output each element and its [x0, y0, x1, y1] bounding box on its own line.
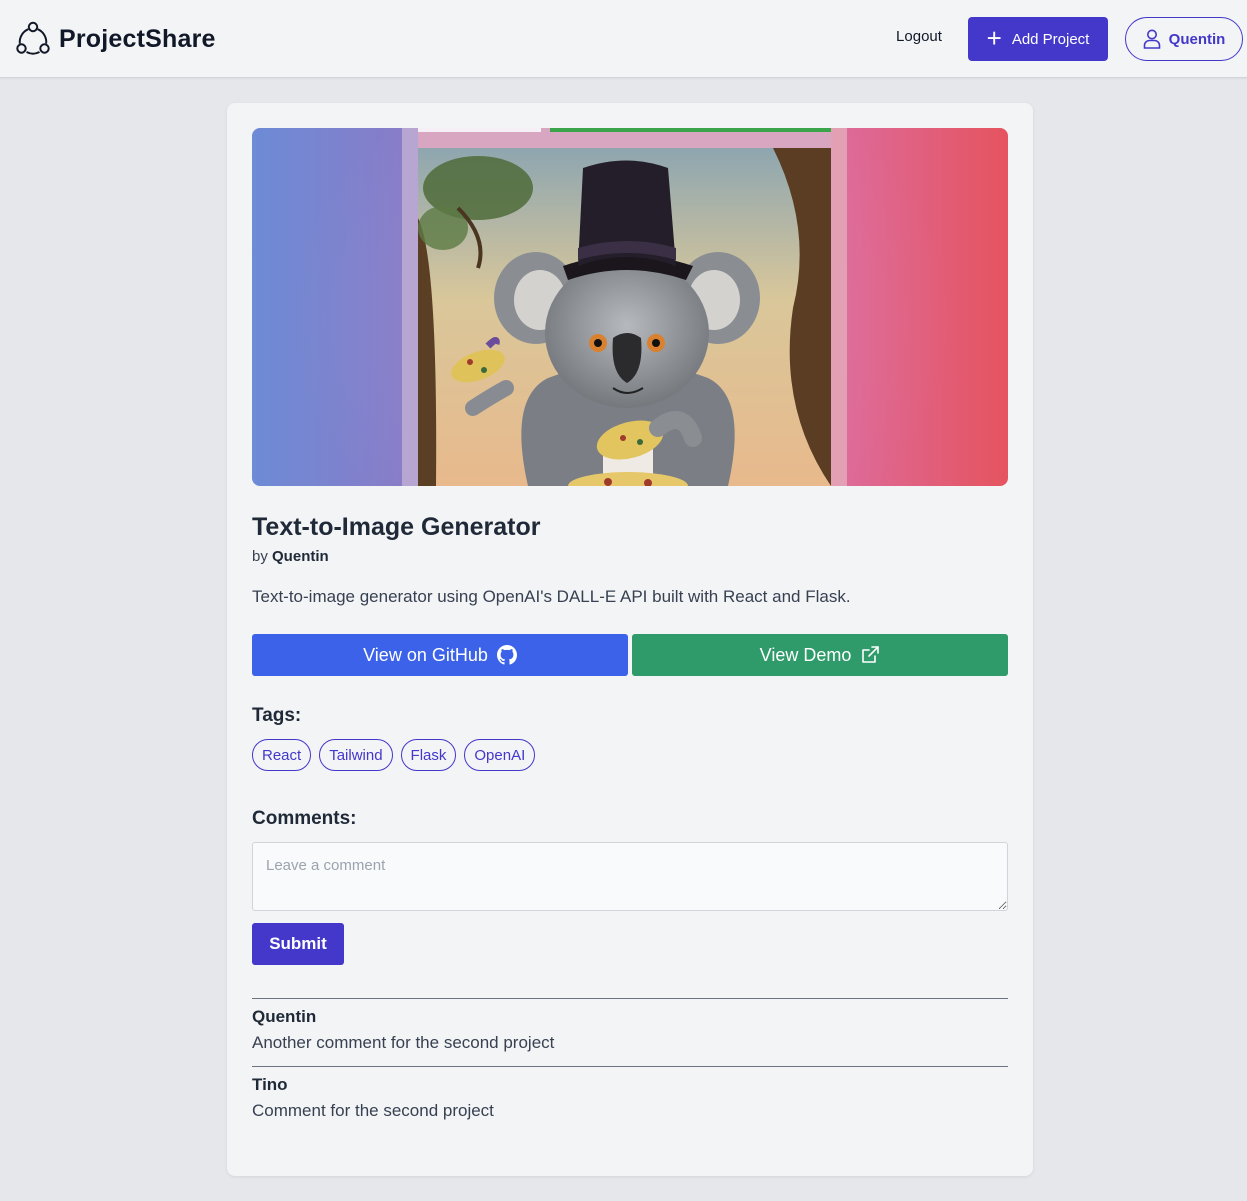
byline-prefix: by — [252, 548, 268, 565]
comment-text: Another comment for the second project — [252, 1033, 555, 1052]
tag-openai[interactable]: OpenAI — [464, 739, 536, 771]
tag-react[interactable]: React — [252, 739, 312, 771]
comments-heading: Comments: — [252, 808, 357, 829]
tags-list: React Tailwind Flask OpenAI — [252, 739, 536, 771]
frame-bar-white — [418, 128, 541, 132]
add-project-label: Add Project — [1011, 30, 1090, 48]
project-byline: by Quentin — [252, 548, 329, 565]
frame-left — [402, 128, 418, 486]
brand-name: ProjectShare — [59, 24, 216, 53]
logout-link[interactable]: Logout — [880, 28, 958, 45]
comment-author: Quentin — [252, 1007, 317, 1026]
share-nodes-icon — [16, 21, 50, 55]
external-link-icon — [862, 646, 880, 663]
comment-author: Tino — [252, 1075, 288, 1094]
koala-painting — [418, 148, 831, 486]
comment-item: Tino Comment for the second project — [252, 1066, 1008, 1121]
comment-input[interactable] — [252, 842, 1008, 911]
project-card: Text-to-Image Generator by Quentin Text-… — [227, 103, 1033, 1176]
comment-text: Comment for the second project — [252, 1101, 494, 1120]
user-icon — [1143, 29, 1160, 49]
comment-item: Quentin Another comment for the second p… — [252, 998, 1008, 1053]
github-icon — [496, 645, 517, 665]
project-author[interactable]: Quentin — [272, 548, 329, 565]
view-demo-label: View Demo — [759, 644, 852, 665]
top-navbar: ProjectShare Logout + Add Project Quenti… — [0, 0, 1247, 78]
plus-icon: + — [986, 22, 1002, 53]
frame-bar-green — [550, 128, 831, 132]
brand-logo[interactable]: ProjectShare — [16, 20, 216, 58]
frame-right — [831, 128, 847, 486]
view-github-label: View on GitHub — [363, 644, 488, 665]
user-name: Quentin — [1168, 30, 1226, 48]
tag-tailwind[interactable]: Tailwind — [319, 739, 393, 771]
user-profile-button[interactable]: Quentin — [1125, 17, 1243, 61]
submit-comment-button[interactable]: Submit — [252, 923, 344, 965]
view-github-button[interactable]: View on GitHub — [252, 634, 628, 676]
tags-heading: Tags: — [252, 705, 302, 726]
add-project-button[interactable]: + Add Project — [968, 17, 1108, 61]
project-image — [252, 128, 1008, 486]
project-description: Text-to-image generator using OpenAI's D… — [252, 587, 851, 606]
project-title: Text-to-Image Generator — [252, 513, 541, 541]
view-demo-button[interactable]: View Demo — [632, 634, 1008, 676]
tag-flask[interactable]: Flask — [400, 739, 457, 771]
